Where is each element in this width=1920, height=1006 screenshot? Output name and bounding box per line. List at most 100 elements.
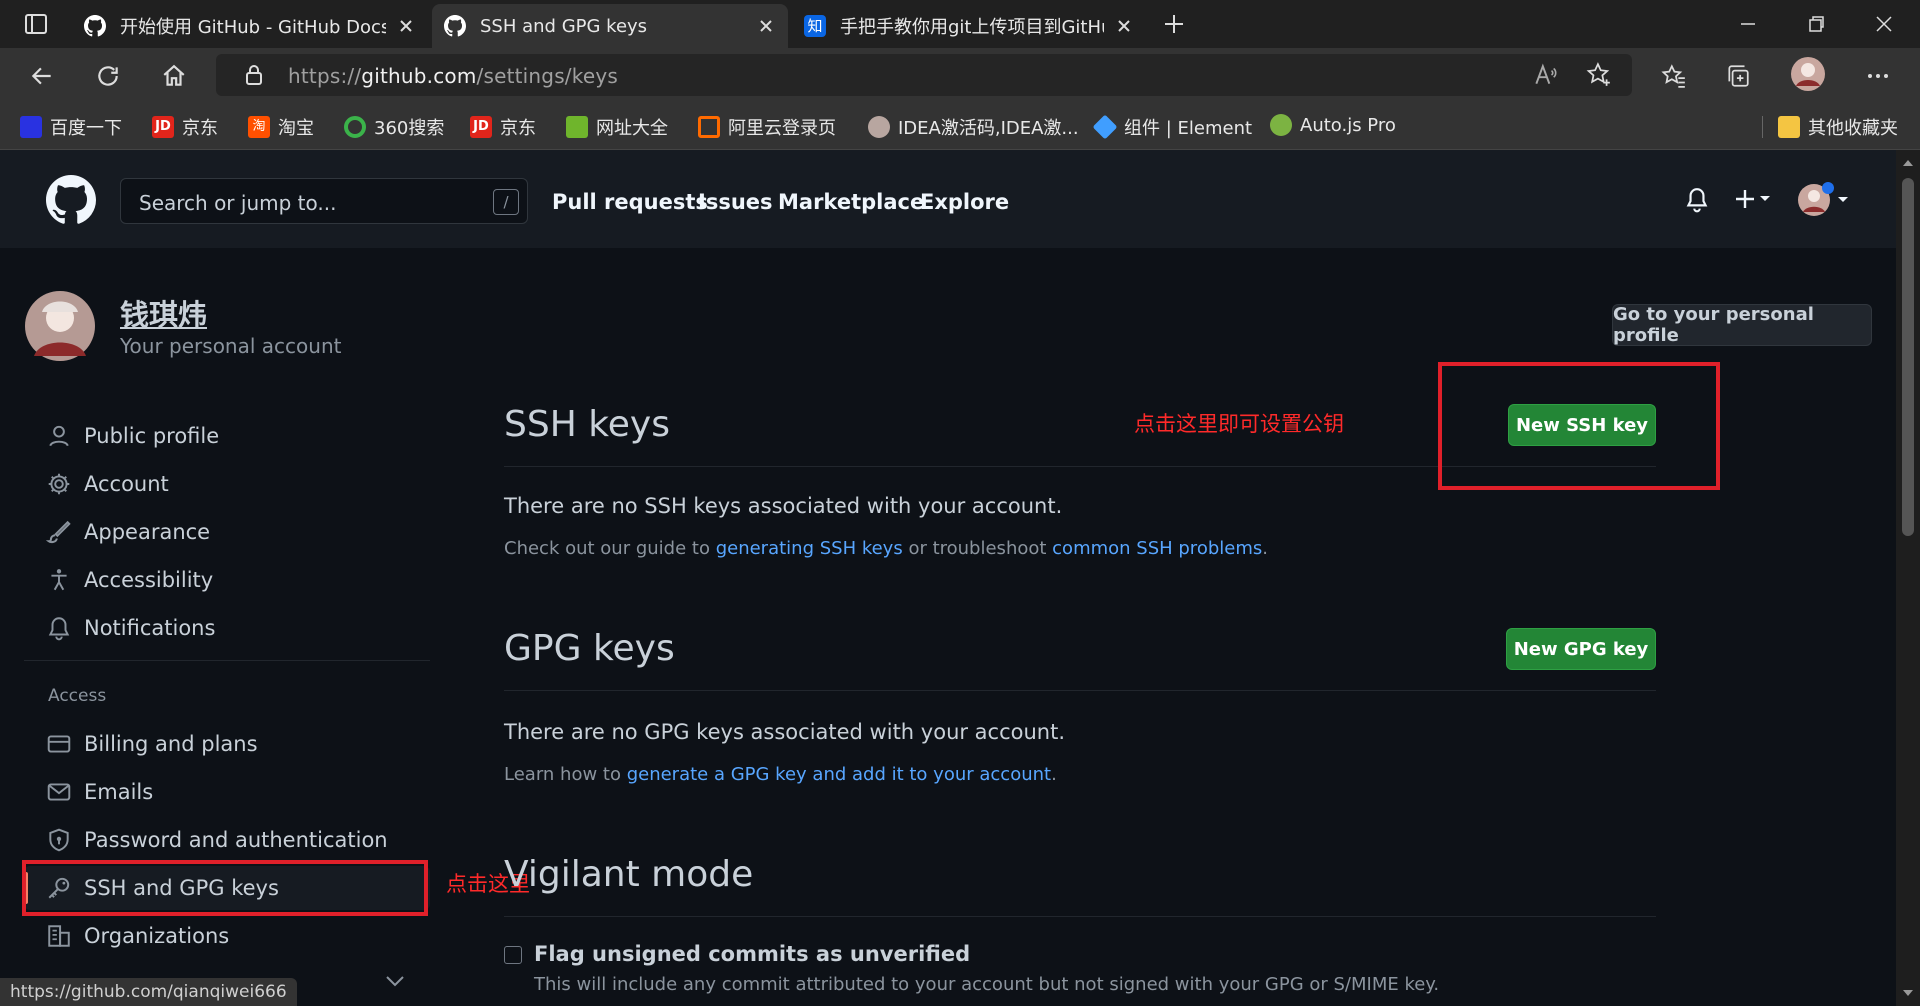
bookmark-autojs[interactable]: Auto.js Pro [1270,114,1396,136]
add-favorite-icon[interactable] [1586,62,1612,88]
section-divider [504,690,1656,691]
browser-tab-github-docs[interactable]: 开始使用 GitHub - GitHub Docs [72,4,428,48]
bookmark-aliyun[interactable]: 阿里云登录页 [698,114,836,140]
scroll-up-icon[interactable] [1896,154,1920,172]
bookmark-label: IDEA激活码,IDEA激... [898,118,1079,139]
sidebar-item-notifications[interactable]: Notifications [24,606,430,650]
jd-icon: JD [470,116,492,138]
sidebar-item-label: Organizations [84,924,230,948]
close-tab-icon[interactable] [756,16,776,36]
github-favicon-icon [84,15,106,37]
vigilant-mode-heading: Vigilant mode [504,854,754,895]
new-gpg-key-button[interactable]: New GPG key [1506,628,1656,670]
bookmark-element[interactable]: 组件 | Element [1092,114,1252,140]
user-menu-dropdown[interactable] [1796,182,1850,218]
sidebar-section-heading: Access [48,686,107,706]
chevron-down-icon[interactable] [384,974,406,990]
ssh-help-text: Check out our guide to generating SSH ke… [504,538,1268,559]
bookmark-baidu[interactable]: 百度一下 [20,114,122,140]
profile-name-link[interactable]: 钱琪炜 [120,292,207,334]
new-tab-icon[interactable] [1156,6,1192,42]
close-tab-icon[interactable] [396,16,416,36]
sidebar-item-emails[interactable]: Emails [24,770,430,814]
sidebar-item-organizations[interactable]: Organizations [24,914,430,958]
favorites-icon[interactable] [1656,58,1692,94]
bookmark-taobao[interactable]: 淘淘宝 [248,114,314,140]
close-tab-icon[interactable] [1114,16,1134,36]
flag-unsigned-description: This will include any commit attributed … [534,974,1440,995]
element-icon [1092,114,1118,140]
minimize-icon[interactable] [1730,6,1766,42]
collections-icon[interactable] [1720,58,1756,94]
tab-actions-icon[interactable] [18,6,54,42]
sidebar-item-label: Public profile [84,424,220,448]
lock-icon[interactable] [244,64,264,86]
mail-icon [47,783,71,801]
status-bar-url: https://github.com/qianqiwei666 [0,978,297,1006]
more-menu-icon[interactable] [1860,58,1896,94]
profile-avatar-icon[interactable] [1790,56,1826,92]
github-logo-icon[interactable] [46,175,96,225]
scrollbar-thumb[interactable] [1902,178,1914,536]
bookmark-label: 其他收藏夹 [1808,118,1898,139]
sidebar-item-billing[interactable]: Billing and plans [24,722,430,766]
url-field[interactable]: https://github.com/settings/keys [216,54,1632,96]
settings-page: 钱琪炜 Your personal account Go to your per… [0,248,1896,1006]
gear-icon [48,473,70,495]
search-input[interactable]: Search or jump to... / [120,178,528,224]
bookmark-divider [1762,116,1763,138]
scroll-down-icon[interactable] [1896,984,1920,1002]
bookmark-label: 网址大全 [596,118,668,139]
sidebar-item-password-auth[interactable]: Password and authentication [24,818,430,862]
page-scrollbar[interactable] [1896,150,1920,1006]
home-icon[interactable] [156,58,192,94]
bookmark-jd[interactable]: JD 京东 [152,114,218,140]
go-to-profile-button[interactable]: Go to your personal profile [1612,304,1872,346]
create-new-dropdown[interactable] [1732,186,1772,212]
generating-ssh-keys-link[interactable]: generating SSH keys [716,538,903,559]
annotation-highlight-box [1438,362,1720,490]
search-placeholder: Search or jump to... [139,191,337,215]
idea-icon [868,116,890,138]
profile-subtitle: Your personal account [120,334,342,358]
bookmark-other-folder[interactable]: 其他收藏夹 [1778,114,1898,140]
tab-title: 手把手教你用git上传项目到GitHub [840,17,1104,38]
nav-pull-requests[interactable]: Pull requests [552,190,708,214]
sidebar-item-label: Appearance [84,520,211,544]
browser-tab-ssh-gpg[interactable]: SSH and GPG keys [432,4,788,48]
annotation-highlight-box [22,860,428,916]
flag-unsigned-checkbox[interactable] [504,946,522,964]
sidebar-item-appearance[interactable]: Appearance [24,510,430,554]
hao123-icon [566,116,588,138]
search-shortcut-key: / [493,189,519,215]
sidebar-divider [24,660,430,661]
nav-explore[interactable]: Explore [920,190,1009,214]
person-icon [49,425,69,447]
360-search-icon [344,116,366,138]
bookmark-label: 360搜索 [374,118,445,139]
bookmark-hao123[interactable]: 网址大全 [566,114,668,140]
sidebar-item-label: Password and authentication [84,828,388,852]
back-icon[interactable] [24,58,60,94]
bookmark-idea[interactable]: IDEA激活码,IDEA激... [868,114,1079,140]
notifications-bell-icon[interactable] [1684,186,1710,214]
nav-marketplace[interactable]: Marketplace [778,190,924,214]
bookmark-label: 百度一下 [50,118,122,139]
avatar[interactable] [24,290,96,362]
close-window-icon[interactable] [1866,6,1902,42]
section-divider [504,916,1656,917]
generate-gpg-key-link[interactable]: generate a GPG key and add it to your ac… [627,764,1051,785]
common-ssh-problems-link[interactable]: common SSH problems [1052,538,1262,559]
bookmark-jd-2[interactable]: JD 京东 [470,114,536,140]
sidebar-item-account[interactable]: Account [24,462,430,506]
browser-tab-zhihu[interactable]: 知 手把手教你用git上传项目到GitHub [792,4,1146,48]
credit-card-icon [47,735,71,753]
bookmark-360[interactable]: 360搜索 [344,114,444,140]
read-aloud-icon[interactable] [1532,62,1558,88]
sidebar-item-accessibility[interactable]: Accessibility [24,558,430,602]
sidebar-item-public-profile[interactable]: Public profile [24,414,430,458]
bell-icon [48,617,70,641]
refresh-icon[interactable] [90,58,126,94]
restore-icon[interactable] [1798,6,1834,42]
nav-issues[interactable]: Issues [698,190,773,214]
